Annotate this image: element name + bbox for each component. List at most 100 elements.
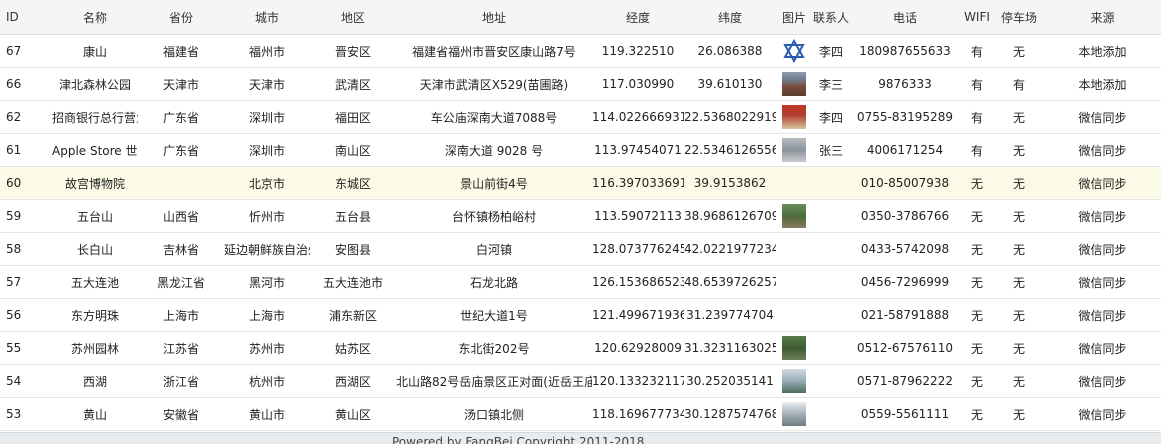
- cell-name: 故宫博物院: [52, 166, 138, 200]
- cell-source: 微信同步: [1044, 133, 1161, 167]
- cell-lat: 39.9153862: [684, 166, 776, 200]
- cell-phone: 0512-67576110: [850, 331, 960, 365]
- cell-address: 东北街202号: [396, 331, 592, 365]
- table-row[interactable]: 66 津北森林公园 天津市 天津市 武清区 天津市武清区X529(苗圃路) 117.0309…: [0, 67, 1161, 101]
- lake-photo-thumbnail[interactable]: [782, 369, 806, 393]
- cell-name: 五台山: [52, 199, 138, 233]
- cell-lat: 42.0221977234: [684, 232, 776, 266]
- cell-source: 微信同步: [1044, 331, 1161, 365]
- cell-district: 武清区: [310, 67, 396, 101]
- cell-phone: 4006171254: [850, 133, 960, 167]
- cell-phone: 0433-5742098: [850, 232, 960, 266]
- cell-id: 54: [0, 364, 52, 398]
- table-row[interactable]: 61Apple Store 世界之窗店广东省深圳市南山区深南大道 9028 号1…: [0, 133, 1161, 167]
- cell-name: 黄山: [52, 397, 138, 431]
- cell-phone: 0755-83195289: [850, 100, 960, 134]
- cell-id: 67: [0, 34, 52, 68]
- table-row[interactable]: 53 黄山 安徽省 黄山市 黄山区 汤口镇北侧 118.169677734 30.128757…: [0, 397, 1161, 431]
- cell-name: 五大连池: [52, 265, 138, 299]
- cell-source: 微信同步: [1044, 265, 1161, 299]
- header-city[interactable]: 城市: [224, 0, 310, 35]
- cell-phone: 0559-5561111: [850, 397, 960, 431]
- cell-city: 福州市: [224, 34, 310, 68]
- cell-wifi: 无: [960, 331, 994, 365]
- cell-lat: 48.6539726257: [684, 265, 776, 299]
- cell-lat: 26.086388: [684, 34, 776, 68]
- cell-phone: 021-58791888: [850, 298, 960, 332]
- cell-phone: 180987655633: [850, 34, 960, 68]
- cell-city: 忻州市: [224, 199, 310, 233]
- mountain-photo-thumbnail[interactable]: [782, 204, 806, 228]
- cell-image: [776, 67, 812, 101]
- header-district[interactable]: 地区: [310, 0, 396, 35]
- header-source[interactable]: 来源: [1044, 0, 1161, 35]
- header-phone[interactable]: 电话: [850, 0, 960, 35]
- header-longitude[interactable]: 经度: [592, 0, 684, 35]
- header-latitude[interactable]: 纬度: [684, 0, 776, 35]
- cell-id: 62: [0, 100, 52, 134]
- header-wifi[interactable]: WIFI: [960, 0, 994, 35]
- cell-image: [776, 331, 812, 365]
- header-address[interactable]: 地址: [396, 0, 592, 35]
- table-row[interactable]: 58长白山吉林省延边朝鲜族自治州安图县白河镇128.07377624542.02…: [0, 232, 1161, 266]
- cell-parking: 无: [994, 298, 1044, 332]
- cell-image: [776, 133, 812, 167]
- header-province[interactable]: 省份: [138, 0, 224, 35]
- cell-image: [776, 265, 812, 299]
- cell-id: 61: [0, 133, 52, 167]
- cell-parking: 无: [994, 133, 1044, 167]
- table-row[interactable]: 60 故宫博物院 北京市 东城区 景山前街4号 116.397033691 39.91538…: [0, 166, 1161, 200]
- table-row[interactable]: 62招商银行总行营业部广东省深圳市福田区车公庙深南大道7088号114.0226…: [0, 100, 1161, 134]
- table-row[interactable]: 59 五台山 山西省 忻州市 五台县 台怀镇杨柏峪村 113.59072113 38.9686…: [0, 199, 1161, 233]
- table-row[interactable]: 54 西湖 浙江省 杭州市 西湖区 北山路82号岳庙景区正对面(近岳王庙) 120.1332…: [0, 364, 1161, 398]
- cell-parking: 无: [994, 34, 1044, 68]
- cell-id: 53: [0, 397, 52, 431]
- header-parking[interactable]: 停车场: [994, 0, 1044, 35]
- cell-name: 东方明珠: [52, 298, 138, 332]
- table-row[interactable]: 57 五大连池 黑龙江省 黑河市 五大连池市 石龙北路 126.153686523 48.65…: [0, 265, 1161, 299]
- cell-source: 微信同步: [1044, 199, 1161, 233]
- cell-id: 56: [0, 298, 52, 332]
- cell-lng: 113.97454071: [592, 133, 684, 167]
- cell-city: 深圳市: [224, 133, 310, 167]
- cell-lng: 121.499671936: [592, 298, 684, 332]
- cell-id: 55: [0, 331, 52, 365]
- cell-name: 康山: [52, 34, 138, 68]
- cell-address: 景山前街4号: [396, 166, 592, 200]
- header-id[interactable]: ID: [0, 0, 52, 35]
- cell-province: 上海市: [138, 298, 224, 332]
- cell-parking: 无: [994, 331, 1044, 365]
- store-photo-thumbnail[interactable]: [782, 138, 806, 162]
- table-row[interactable]: 56 东方明珠 上海市 上海市 浦东新区 世纪大道1号 121.499671936 31.23…: [0, 298, 1161, 332]
- cell-address: 世纪大道1号: [396, 298, 592, 332]
- pagoda-photo-thumbnail[interactable]: [782, 72, 806, 96]
- cell-address: 车公庙深南大道7088号: [396, 100, 592, 134]
- cell-address: 白河镇: [396, 232, 592, 266]
- table-row[interactable]: 67 康山 福建省 福州市 晋安区 福建省福州市晋安区康山路7号 119.322510 26.…: [0, 34, 1161, 68]
- cell-address: 石龙北路: [396, 265, 592, 299]
- cell-district: 黄山区: [310, 397, 396, 431]
- garden-photo-thumbnail[interactable]: [782, 336, 806, 360]
- cell-province: 天津市: [138, 67, 224, 101]
- header-name[interactable]: 名称: [52, 0, 138, 35]
- star-of-david-icon[interactable]: [782, 39, 806, 63]
- cell-wifi: 无: [960, 364, 994, 398]
- cell-phone: 0350-3786766: [850, 199, 960, 233]
- cell-wifi: 有: [960, 34, 994, 68]
- cell-city: 深圳市: [224, 100, 310, 134]
- huangshan-photo-thumbnail[interactable]: [782, 402, 806, 426]
- cell-source: 本地添加: [1044, 67, 1161, 101]
- cell-lng: 118.169677734: [592, 397, 684, 431]
- cell-address: 深南大道 9028 号: [396, 133, 592, 167]
- cell-city: 天津市: [224, 67, 310, 101]
- cell-lng: 117.030990: [592, 67, 684, 101]
- cell-source: 微信同步: [1044, 166, 1161, 200]
- table-row[interactable]: 55 苏州园林 江苏省 苏州市 姑苏区 东北街202号 120.62928009 31.323…: [0, 331, 1161, 365]
- header-contact[interactable]: 联系人: [812, 0, 850, 35]
- cell-phone: 0571-87962222: [850, 364, 960, 398]
- cell-district: 西湖区: [310, 364, 396, 398]
- bank-photo-thumbnail[interactable]: [782, 105, 806, 129]
- cell-address: 天津市武清区X529(苗圃路): [396, 67, 592, 101]
- cell-phone: 0456-7296999: [850, 265, 960, 299]
- header-image[interactable]: 图片: [776, 0, 812, 35]
